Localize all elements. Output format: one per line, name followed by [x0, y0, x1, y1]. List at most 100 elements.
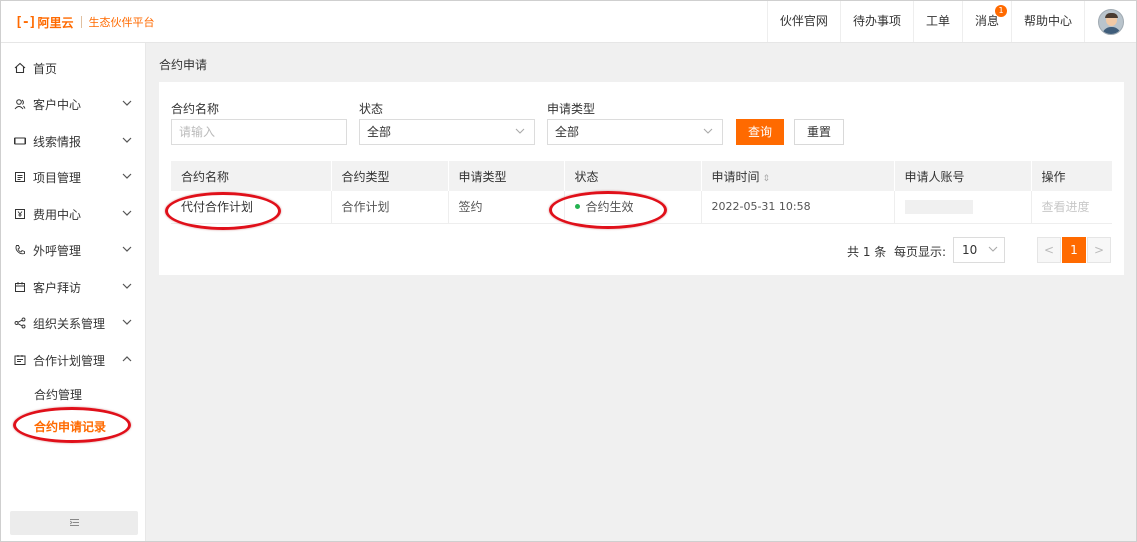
platform-name: 生态伙伴平台 — [88, 16, 155, 29]
sidebar-item-label: 线索情报 — [33, 134, 82, 149]
reset-button[interactable]: 重置 — [794, 119, 844, 145]
chevron-right-icon: > — [1093, 243, 1105, 257]
sidebar-item-org-relations[interactable]: 组织关系管理 — [1, 305, 146, 341]
sidebar-item-leads[interactable]: 线索情报 — [1, 123, 146, 159]
top-nav: 伙伴官网 待办事项 工单 消息 1 帮助中心 — [766, 1, 1136, 42]
sidebar-subitem-contract-applications[interactable]: 合约申请记录 — [1, 412, 146, 442]
nav-todo[interactable]: 待办事项 — [839, 1, 913, 42]
nav-label: 待办事项 — [852, 14, 901, 28]
contract-name-label: 合约名称 — [171, 102, 220, 116]
next-page-button[interactable]: > — [1087, 237, 1111, 263]
logo-text: 阿里云 — [37, 15, 74, 30]
page-size-select[interactable]: 10 — [953, 237, 1005, 263]
select-value: 10 — [962, 243, 978, 257]
sidebar-item-label: 客户中心 — [33, 97, 82, 112]
chevron-down-icon — [988, 246, 998, 252]
sidebar-item-label: 项目管理 — [33, 170, 82, 185]
home-icon — [14, 62, 26, 74]
project-icon — [14, 171, 26, 183]
sidebar-item-label: 费用中心 — [33, 207, 82, 222]
sidebar-item-label: 首页 — [33, 61, 58, 76]
pagination: 共 1 条 每页显示: 10 < 1 > — [159, 237, 1124, 263]
chevron-down-icon — [122, 137, 132, 143]
query-button[interactable]: 查询 — [736, 119, 784, 145]
chevron-down-icon — [703, 128, 713, 134]
cell-status: 合约生效 — [564, 191, 702, 224]
status-select[interactable]: 全部 — [359, 119, 535, 145]
leads-icon — [14, 135, 26, 147]
top-header: [-] 阿里云 生态伙伴平台 伙伴官网 待办事项 工单 消息 1 帮助中心 — [1, 1, 1136, 43]
collapse-icon — [69, 518, 79, 529]
chevron-down-icon — [122, 210, 132, 216]
input-placeholder: 请输入 — [179, 125, 216, 139]
sidebar-subitem-label: 合约管理 — [34, 388, 83, 402]
applications-table: 合约名称 合约类型 申请类型 状态 申请时间 ⇕ 申请人账号 操作 代付合作计划 … — [171, 161, 1112, 224]
table-header-row: 合约名称 合约类型 申请类型 状态 申请时间 ⇕ 申请人账号 操作 — [171, 161, 1112, 191]
sidebar-item-visits[interactable]: 客户拜访 — [1, 269, 146, 305]
sidebar-subitem-contract-management[interactable]: 合约管理 — [1, 380, 146, 410]
sidebar-item-projects[interactable]: 项目管理 — [1, 159, 146, 195]
status-badge: 合约生效 — [585, 200, 634, 215]
table-row: 代付合作计划 合作计划 签约 合约生效 2022-05-31 10:58 查看进… — [171, 191, 1112, 224]
chevron-down-icon — [122, 100, 132, 106]
plan-icon — [14, 354, 26, 366]
prev-page-button[interactable]: < — [1037, 237, 1061, 263]
column-header-label: 申请时间 — [711, 169, 760, 184]
nav-label: 伙伴官网 — [779, 14, 828, 28]
share-icon — [14, 317, 26, 329]
aliyun-logo-icon: [-] — [15, 14, 37, 30]
cell-contract-name: 代付合作计划 — [171, 191, 332, 224]
contract-name-input[interactable]: 请输入 — [171, 119, 347, 145]
cell-account — [894, 191, 1032, 224]
chevron-down-icon — [515, 128, 525, 134]
nav-partner-site[interactable]: 伙伴官网 — [766, 1, 840, 42]
cell-contract-type: 合作计划 — [331, 191, 449, 224]
sidebar-item-label: 客户拜访 — [33, 280, 82, 295]
sidebar-item-fees[interactable]: 费用中心 — [1, 196, 146, 232]
nav-ticket[interactable]: 工单 — [912, 1, 962, 42]
sidebar-subitem-label: 合约申请记录 — [34, 420, 107, 434]
status-filter-label: 状态 — [359, 102, 384, 116]
sidebar-item-outbound-calls[interactable]: 外呼管理 — [1, 232, 146, 268]
sidebar-item-home[interactable]: 首页 — [1, 50, 146, 86]
fee-icon — [14, 208, 26, 220]
page-number-button[interactable]: 1 — [1062, 237, 1086, 263]
users-icon — [14, 98, 26, 110]
avatar[interactable] — [1097, 8, 1124, 35]
page-title: 合约申请 — [159, 58, 208, 72]
nav-label: 帮助中心 — [1023, 14, 1072, 28]
select-value: 全部 — [555, 125, 580, 139]
chevron-down-icon — [122, 319, 132, 325]
message-count-badge: 1 — [994, 5, 1007, 17]
phone-icon — [14, 244, 26, 256]
nav-label: 工单 — [925, 14, 950, 28]
main-card: 合约名称 请输入 状态 全部 申请类型 全部 查询 重置 合约名称 合约类型 申… — [159, 82, 1124, 275]
column-header-actions: 操作 — [1031, 161, 1112, 191]
chevron-down-icon — [122, 283, 132, 289]
redacted-account — [904, 200, 973, 214]
brand-divider — [80, 16, 82, 28]
column-header-time[interactable]: 申请时间 ⇕ — [701, 161, 895, 191]
calendar-icon — [14, 281, 26, 293]
cell-actions: 查看进度 — [1031, 191, 1112, 224]
brand[interactable]: [-] 阿里云 生态伙伴平台 — [15, 14, 155, 30]
sidebar-item-customer-center[interactable]: 客户中心 — [1, 86, 146, 122]
view-progress-link[interactable]: 查看进度 — [1042, 200, 1090, 214]
column-header-account: 申请人账号 — [894, 161, 1032, 191]
apply-type-select[interactable]: 全部 — [547, 119, 723, 145]
apply-type-label: 申请类型 — [547, 102, 596, 116]
sidebar: 首页 客户中心 线索情报 项目管理 费用中心 外呼管理 客户拜访 组织关系管理 … — [1, 43, 146, 541]
sidebar-item-label: 合作计划管理 — [33, 353, 106, 368]
status-dot-icon — [574, 204, 580, 210]
sidebar-item-label: 外呼管理 — [33, 243, 82, 258]
column-header-contract-type: 合约类型 — [331, 161, 449, 191]
column-header-status: 状态 — [564, 161, 702, 191]
sort-icon[interactable]: ⇕ — [763, 174, 771, 184]
sidebar-collapse-button[interactable] — [10, 511, 138, 535]
nav-help[interactable]: 帮助中心 — [1010, 1, 1084, 42]
cell-apply-time: 2022-05-31 10:58 — [701, 191, 895, 224]
user-menu[interactable] — [1084, 1, 1136, 42]
sidebar-item-cooperation-plan[interactable]: 合作计划管理 — [1, 342, 146, 378]
nav-messages[interactable]: 消息 1 — [961, 1, 1011, 42]
column-header-name: 合约名称 — [171, 161, 332, 191]
